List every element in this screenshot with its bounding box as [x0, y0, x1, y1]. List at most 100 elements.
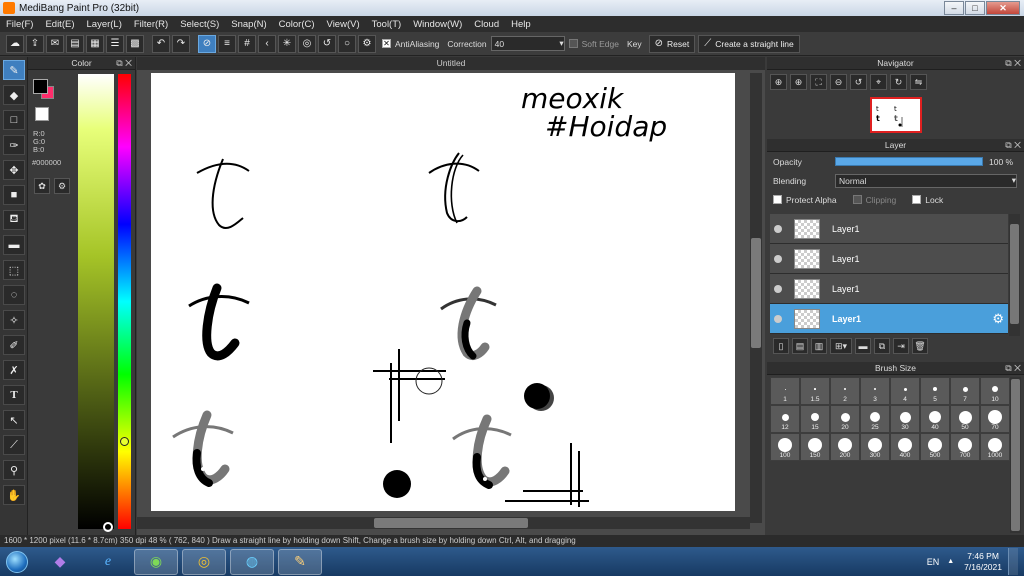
lock-checkbox[interactable]: Lock	[912, 195, 943, 205]
brush-size-cell[interactable]: 50	[950, 405, 980, 433]
brush-size-cell[interactable]: 3	[860, 377, 890, 405]
show-hidden-icons-icon[interactable]: ▲	[947, 558, 954, 565]
brush-size-cell[interactable]: 10	[980, 377, 1010, 405]
menu-cloud[interactable]: Cloud	[468, 19, 505, 30]
language-indicator[interactable]: EN	[927, 557, 940, 567]
cloud-icon[interactable]: ☁	[6, 34, 24, 53]
duplicate-layer-icon[interactable]: ⧉	[874, 338, 890, 354]
layer-row[interactable]: Layer1	[770, 214, 1008, 244]
dot-brush-tool-icon[interactable]: ✑	[3, 135, 25, 155]
eraser-tool-icon[interactable]: ◆	[3, 85, 25, 105]
vertical-scroll-thumb[interactable]	[751, 238, 761, 348]
list-icon[interactable]: ☰	[106, 34, 124, 53]
crosshatch-snap-icon[interactable]: #	[238, 34, 256, 53]
coccoc-browser-icon[interactable]: ◉	[134, 548, 178, 575]
menu-color[interactable]: Color(C)	[273, 19, 321, 30]
brush-size-cell[interactable]: 5	[920, 377, 950, 405]
hand-tool-icon[interactable]: ✋	[3, 485, 25, 505]
create-straight-line-button[interactable]: ⟋ Create a straight line	[698, 34, 800, 53]
start-button[interactable]	[0, 548, 34, 576]
panel-close-icon[interactable]: ⧉ ✕	[1005, 57, 1021, 70]
new-halftone-layer-icon[interactable]: ▤	[792, 338, 808, 354]
hue-bar[interactable]	[118, 74, 131, 529]
horizontal-scroll-thumb[interactable]	[374, 518, 528, 528]
opacity-slider[interactable]	[835, 157, 983, 166]
medibang-paint-icon[interactable]: ◍	[230, 548, 274, 575]
visual-studio-icon[interactable]: ◆	[38, 549, 82, 575]
minimize-button[interactable]: –	[944, 1, 964, 15]
chrome-icon[interactable]: ◎	[182, 548, 226, 575]
menu-window[interactable]: Window(W)	[407, 19, 468, 30]
protect-alpha-checkbox[interactable]: Protect Alpha	[773, 195, 837, 205]
select-pen-tool-icon[interactable]: ✐	[3, 335, 25, 355]
main-color-swatch[interactable]	[33, 79, 48, 94]
canvas-tab[interactable]: Untitled	[137, 57, 765, 70]
grid-icon[interactable]: ▩	[126, 34, 144, 53]
flip-horizontal-icon[interactable]: ⇋	[910, 74, 927, 90]
gradient-tool-icon[interactable]: ▬	[3, 235, 25, 255]
panel-close-icon[interactable]: ⧉ ✕	[1005, 139, 1021, 152]
visibility-icon[interactable]	[774, 224, 782, 233]
magic-wand-tool-icon[interactable]: ✧	[3, 310, 25, 330]
operation-tool-icon[interactable]: ↖	[3, 410, 25, 430]
menu-help[interactable]: Help	[505, 19, 537, 30]
brush-size-cell[interactable]: 100	[770, 433, 800, 461]
show-desktop-button[interactable]	[1008, 548, 1018, 575]
brush-size-cell[interactable]: 12	[770, 405, 800, 433]
brush-size-cell[interactable]: 15	[800, 405, 830, 433]
visibility-icon[interactable]	[774, 284, 782, 293]
brush-size-cell[interactable]: 1	[770, 377, 800, 405]
saturation-value-bar[interactable]	[78, 74, 114, 529]
zoom-in-icon[interactable]: ⊕	[770, 74, 787, 90]
brush-size-cell[interactable]: 1.5	[800, 377, 830, 405]
brush-size-cell[interactable]: 7	[950, 377, 980, 405]
move-tool-icon[interactable]: ✥	[3, 160, 25, 180]
maximize-button[interactable]: □	[965, 1, 985, 15]
concentric-snap-icon[interactable]: ◎	[298, 34, 316, 53]
select-tool-icon[interactable]: ⬚	[3, 260, 25, 280]
parallel-snap-icon[interactable]: ≡	[218, 34, 236, 53]
lasso-tool-icon[interactable]: ◌	[3, 285, 25, 305]
select-eraser-tool-icon[interactable]: ✗	[3, 360, 25, 380]
antialiasing-checkbox[interactable]: ✕	[382, 39, 391, 48]
layer-scrollbar[interactable]	[1009, 214, 1020, 336]
document-icon[interactable]: ▦	[86, 34, 104, 53]
internet-explorer-icon[interactable]: e	[86, 549, 130, 575]
brush-size-cell[interactable]: 70	[980, 405, 1010, 433]
merge-down-icon[interactable]: ⇥	[893, 338, 909, 354]
layer-settings-gear-icon[interactable]: ⚙	[992, 311, 1004, 327]
layer-row[interactable]: Layer1	[770, 274, 1008, 304]
menu-snap[interactable]: Snap(N)	[225, 19, 272, 30]
palette-icon[interactable]: ✿	[34, 178, 50, 194]
blending-select[interactable]: Normal ▾	[835, 173, 1017, 188]
menu-file[interactable]: File(F)	[0, 19, 39, 30]
rotate-left-icon[interactable]: ↺	[850, 74, 867, 90]
reset-button[interactable]: ⊘ Reset	[648, 34, 696, 53]
hue-marker[interactable]	[120, 437, 129, 446]
brush-size-cell[interactable]: 700	[950, 433, 980, 461]
brush-size-cell[interactable]: 2	[830, 377, 860, 405]
panel-close-icon[interactable]: ⧉ ✕	[1005, 362, 1021, 375]
brush-size-cell[interactable]: 300	[860, 433, 890, 461]
correction-select[interactable]: 40 ▾	[490, 36, 565, 51]
new-layer-icon[interactable]: ▯	[773, 338, 789, 354]
menu-layer[interactable]: Layer(L)	[81, 19, 128, 30]
message-icon[interactable]: ▤	[66, 34, 84, 53]
brush-size-cell[interactable]: 500	[920, 433, 950, 461]
perspective-snap-icon[interactable]: ‹	[258, 34, 276, 53]
canvas-vertical-scrollbar[interactable]	[750, 73, 762, 523]
brush-scroll-thumb[interactable]	[1011, 379, 1020, 531]
layer-scroll-thumb[interactable]	[1010, 224, 1019, 324]
snap-off-icon[interactable]: ⊘	[198, 34, 216, 53]
clock[interactable]: 7:46 PM 7/16/2021	[964, 551, 1002, 573]
comment-icon[interactable]: ✉	[46, 34, 64, 53]
radial-snap-icon[interactable]: ✳	[278, 34, 296, 53]
redo-icon[interactable]: ↷	[172, 34, 190, 53]
brush-size-cell[interactable]: 4	[890, 377, 920, 405]
eyedropper-tool-icon[interactable]: ⚲	[3, 460, 25, 480]
text-tool-icon[interactable]: T	[3, 385, 25, 405]
brush-size-cell[interactable]: 400	[890, 433, 920, 461]
delete-layer-icon[interactable]: 🗑	[912, 338, 928, 354]
zoom-out-icon[interactable]: ⊖	[830, 74, 847, 90]
divide-tool-icon[interactable]: ⟋	[3, 435, 25, 455]
